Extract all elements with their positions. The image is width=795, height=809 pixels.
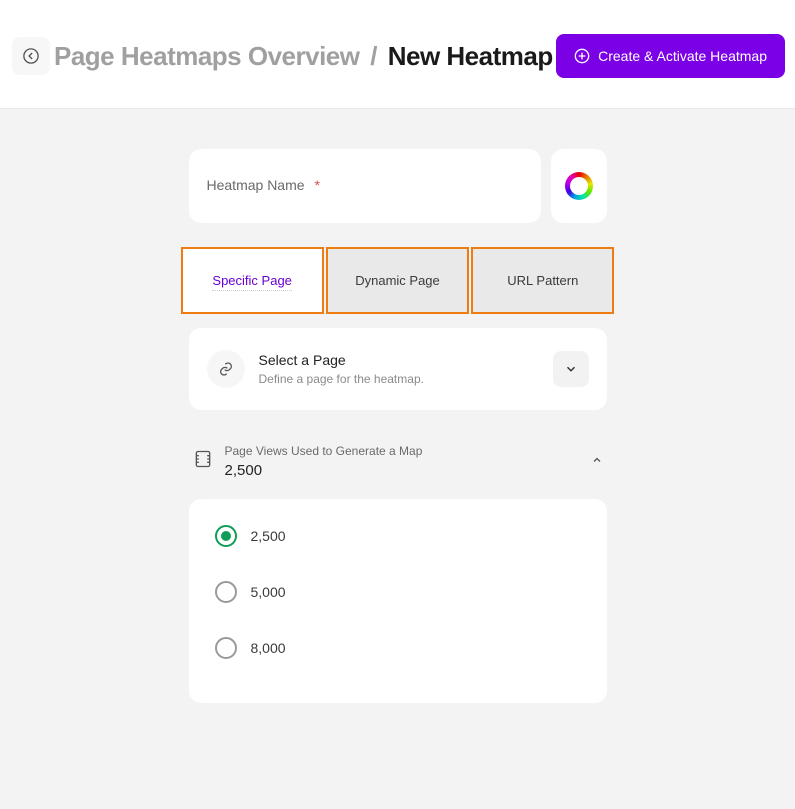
required-mark: * — [314, 177, 319, 193]
create-activate-button[interactable]: Create & Activate Heatmap — [556, 34, 785, 78]
select-page-text: Select a Page Define a page for the heat… — [259, 352, 539, 386]
page-views-value: 2,500 — [225, 462, 579, 479]
color-wheel-icon — [565, 172, 593, 200]
heatmap-name-placeholder: Heatmap Name * — [207, 177, 320, 193]
tab-url-pattern[interactable]: URL Pattern — [471, 247, 614, 314]
breadcrumb-separator: / — [370, 41, 377, 71]
page-type-tabs: Specific Page Dynamic Page URL Pattern — [181, 247, 615, 314]
link-icon — [218, 361, 234, 377]
tab-dynamic-label: Dynamic Page — [355, 273, 440, 288]
page-views-text: Page Views Used to Generate a Map 2,500 — [225, 444, 579, 479]
back-button[interactable] — [12, 37, 50, 75]
radio-option-0[interactable]: 2,500 — [215, 525, 581, 581]
radio-label-2: 8,000 — [251, 640, 286, 656]
filmstrip-icon — [193, 449, 213, 474]
page-header: Page Heatmaps Overview / New Heatmap Cre… — [0, 0, 795, 109]
color-picker-button[interactable] — [551, 149, 607, 223]
tab-specific-label: Specific Page — [212, 273, 292, 291]
radio-label-0: 2,500 — [251, 528, 286, 544]
tab-dynamic-page[interactable]: Dynamic Page — [326, 247, 469, 314]
tab-specific-page[interactable]: Specific Page — [181, 247, 324, 314]
radio-label-1: 5,000 — [251, 584, 286, 600]
chevron-up-icon — [591, 454, 603, 466]
select-page-subtitle: Define a page for the heatmap. — [259, 372, 539, 386]
chevron-down-icon — [564, 362, 578, 376]
form-container: Heatmap Name * Specific Page Dynamic Pag… — [189, 149, 607, 703]
page-views-header[interactable]: Page Views Used to Generate a Map 2,500 — [189, 434, 607, 499]
radio-icon — [215, 637, 237, 659]
select-page-expand[interactable] — [553, 351, 589, 387]
breadcrumb: Page Heatmaps Overview / New Heatmap — [54, 41, 553, 72]
breadcrumb-current: New Heatmap — [388, 41, 553, 71]
select-page-title: Select a Page — [259, 352, 539, 368]
radio-icon — [215, 525, 237, 547]
link-icon-wrap — [207, 350, 245, 388]
name-row: Heatmap Name * — [189, 149, 607, 223]
radio-option-2[interactable]: 8,000 — [215, 637, 581, 693]
page-views-collapse[interactable] — [591, 453, 603, 471]
page-body: Heatmap Name * Specific Page Dynamic Pag… — [0, 109, 795, 809]
select-page-dropdown[interactable]: Select a Page Define a page for the heat… — [189, 328, 607, 410]
heatmap-name-input[interactable]: Heatmap Name * — [189, 149, 541, 223]
tab-pattern-label: URL Pattern — [507, 273, 578, 288]
page-views-options: 2,500 5,000 8,000 — [189, 499, 607, 703]
cta-label: Create & Activate Heatmap — [598, 48, 767, 64]
page-views-label: Page Views Used to Generate a Map — [225, 444, 579, 458]
plus-circle-icon — [574, 48, 590, 64]
header-left: Page Heatmaps Overview / New Heatmap — [12, 37, 553, 75]
breadcrumb-parent[interactable]: Page Heatmaps Overview — [54, 41, 360, 71]
radio-icon — [215, 581, 237, 603]
radio-option-1[interactable]: 5,000 — [215, 581, 581, 637]
arrow-left-circle-icon — [22, 47, 40, 65]
